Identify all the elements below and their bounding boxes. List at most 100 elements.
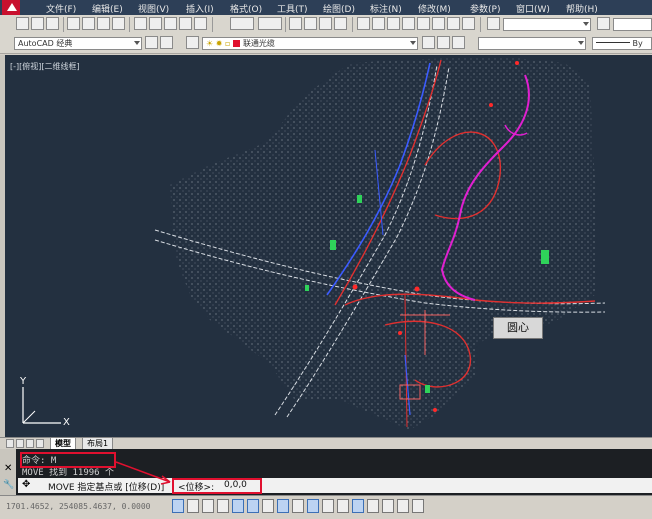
paste-icon[interactable] <box>164 17 177 30</box>
make-current-layer-icon[interactable] <box>422 36 435 49</box>
object-snap-tracking-icon[interactable] <box>277 499 289 513</box>
markup-icon[interactable] <box>417 17 430 30</box>
snap-mode-icon[interactable] <box>187 499 199 513</box>
menu-file[interactable]: 文件(F) <box>46 2 76 15</box>
dynamic-input-icon[interactable] <box>307 499 319 513</box>
properties-icon[interactable] <box>357 17 370 30</box>
design-center-icon[interactable] <box>372 17 385 30</box>
infer-constraints-icon[interactable] <box>172 499 184 513</box>
save-icon[interactable] <box>46 17 59 30</box>
workspace-settings-icon[interactable] <box>145 36 158 49</box>
toolbar-separator <box>352 17 353 32</box>
layer-combo[interactable]: ☀ ✹ ▫ 联通光缆 <box>202 37 418 50</box>
grid-display-icon[interactable] <box>202 499 214 513</box>
calculator-icon[interactable] <box>447 17 460 30</box>
linetype-name: By <box>632 39 643 48</box>
polar-tracking-icon[interactable] <box>232 499 244 513</box>
menu-modify[interactable]: 修改(M) <box>418 2 451 15</box>
print-icon[interactable] <box>67 17 80 30</box>
cut-icon[interactable] <box>134 17 147 30</box>
chevron-down-icon <box>134 41 140 45</box>
workspace-name: AutoCAD 经典 <box>18 39 73 48</box>
menu-edit[interactable]: 编辑(E) <box>92 2 123 15</box>
layer-manager-icon[interactable] <box>186 36 199 49</box>
command-window-handle[interactable]: ✕ 🔧 <box>0 449 16 495</box>
new-file-icon[interactable] <box>16 17 29 30</box>
color-combo[interactable] <box>478 37 586 50</box>
dimension-style-combo[interactable] <box>613 18 652 31</box>
print-preview-icon[interactable] <box>82 17 95 30</box>
match-properties-icon[interactable] <box>179 17 192 30</box>
close-icon[interactable]: ✕ <box>4 463 12 474</box>
layer-states-icon[interactable] <box>452 36 465 49</box>
zoom-previous-icon[interactable] <box>334 17 347 30</box>
menu-parameters[interactable]: 参数(P) <box>470 2 500 15</box>
next-tab-icon[interactable] <box>26 439 34 448</box>
menu-help[interactable]: 帮助(H) <box>566 2 598 15</box>
tool-palettes-icon[interactable] <box>387 17 400 30</box>
publish-icon[interactable] <box>97 17 110 30</box>
text-style-combo[interactable] <box>503 18 591 31</box>
chevron-down-icon <box>410 41 416 45</box>
dynamic-ucs-icon[interactable] <box>292 499 304 513</box>
layer-previous-icon[interactable] <box>437 36 450 49</box>
lineweight-icon[interactable] <box>322 499 334 513</box>
open-file-icon[interactable] <box>31 17 44 30</box>
quickcalc-icon[interactable] <box>432 17 445 30</box>
help-icon[interactable] <box>462 17 475 30</box>
workspace-combo[interactable]: AutoCAD 经典 <box>14 37 142 50</box>
standard-toolbar <box>0 15 652 35</box>
ucs-icon: Y X <box>19 376 70 428</box>
3d-object-snap-icon[interactable] <box>262 499 274 513</box>
3d-print-icon[interactable] <box>112 17 125 30</box>
object-snap-icon[interactable] <box>247 499 259 513</box>
command-prompt: MOVE 指定基点或 [位移(D)] <box>48 483 165 493</box>
ucs-x-label: X <box>63 417 70 428</box>
layer-name: 联通光缆 <box>242 39 275 48</box>
text-style-icon[interactable] <box>487 17 500 30</box>
menu-insert[interactable]: 插入(I) <box>186 2 214 15</box>
move-cursor-icon: ✥ <box>22 479 31 490</box>
menu-tools[interactable]: 工具(T) <box>277 2 308 15</box>
undo-icon[interactable] <box>230 17 254 30</box>
highlight-box-command <box>20 452 116 468</box>
cursor-coordinates: 1701.4652, 254085.4637, 0.0000 <box>6 502 151 511</box>
zoom-realtime-icon[interactable] <box>304 17 317 30</box>
cad-drawing <box>154 57 606 430</box>
ortho-mode-icon[interactable] <box>217 499 229 513</box>
autocad-logo-icon[interactable] <box>2 0 20 15</box>
highlight-box-displacement <box>172 478 262 494</box>
menu-dimension[interactable]: 标注(N) <box>370 2 402 15</box>
copy-icon[interactable] <box>149 17 162 30</box>
block-editor-icon[interactable] <box>194 17 207 30</box>
menu-window[interactable]: 窗口(W) <box>516 2 550 15</box>
toolbar-separator <box>212 17 213 32</box>
transparency-icon[interactable] <box>337 499 349 513</box>
menu-bar: 文件(F) 编辑(E) 视图(V) 插入(I) 格式(O) 工具(T) 绘图(D… <box>0 0 652 15</box>
prev-tab-icon[interactable] <box>16 439 24 448</box>
selection-cycling-icon[interactable] <box>367 499 379 513</box>
redo-icon[interactable] <box>258 17 282 30</box>
wrench-icon[interactable]: 🔧 <box>3 480 14 490</box>
layers-toolbar: AutoCAD 经典 ☀ ✹ ▫ 联通光缆 By <box>0 34 652 54</box>
dimension-style-icon[interactable] <box>597 17 610 30</box>
drawing-canvas[interactable]: [-][俯视][二维线框] 圆心 Y X <box>5 55 652 437</box>
toolbar-separator <box>129 17 130 32</box>
menu-draw[interactable]: 绘图(D) <box>323 2 355 15</box>
viewport-label[interactable]: [-][俯视][二维线框] <box>10 61 80 72</box>
command-input-bar[interactable]: ✥ MOVE 指定基点或 [位移(D)] <位移>: 0,0,0 <box>18 478 652 493</box>
quick-view-icon[interactable] <box>412 499 424 513</box>
linetype-combo[interactable]: By <box>592 37 652 50</box>
last-tab-icon[interactable] <box>36 439 44 448</box>
annotation-monitor-icon[interactable] <box>382 499 394 513</box>
model-space-icon[interactable] <box>397 499 409 513</box>
zoom-window-icon[interactable] <box>319 17 332 30</box>
first-tab-icon[interactable] <box>6 439 14 448</box>
workspace-switch-icon[interactable] <box>160 36 173 49</box>
menu-format[interactable]: 格式(O) <box>230 2 262 15</box>
quick-properties-icon[interactable] <box>352 499 364 513</box>
linetype-preview <box>596 42 630 43</box>
menu-view[interactable]: 视图(V) <box>138 2 169 15</box>
sheet-set-icon[interactable] <box>402 17 415 30</box>
pan-icon[interactable] <box>289 17 302 30</box>
